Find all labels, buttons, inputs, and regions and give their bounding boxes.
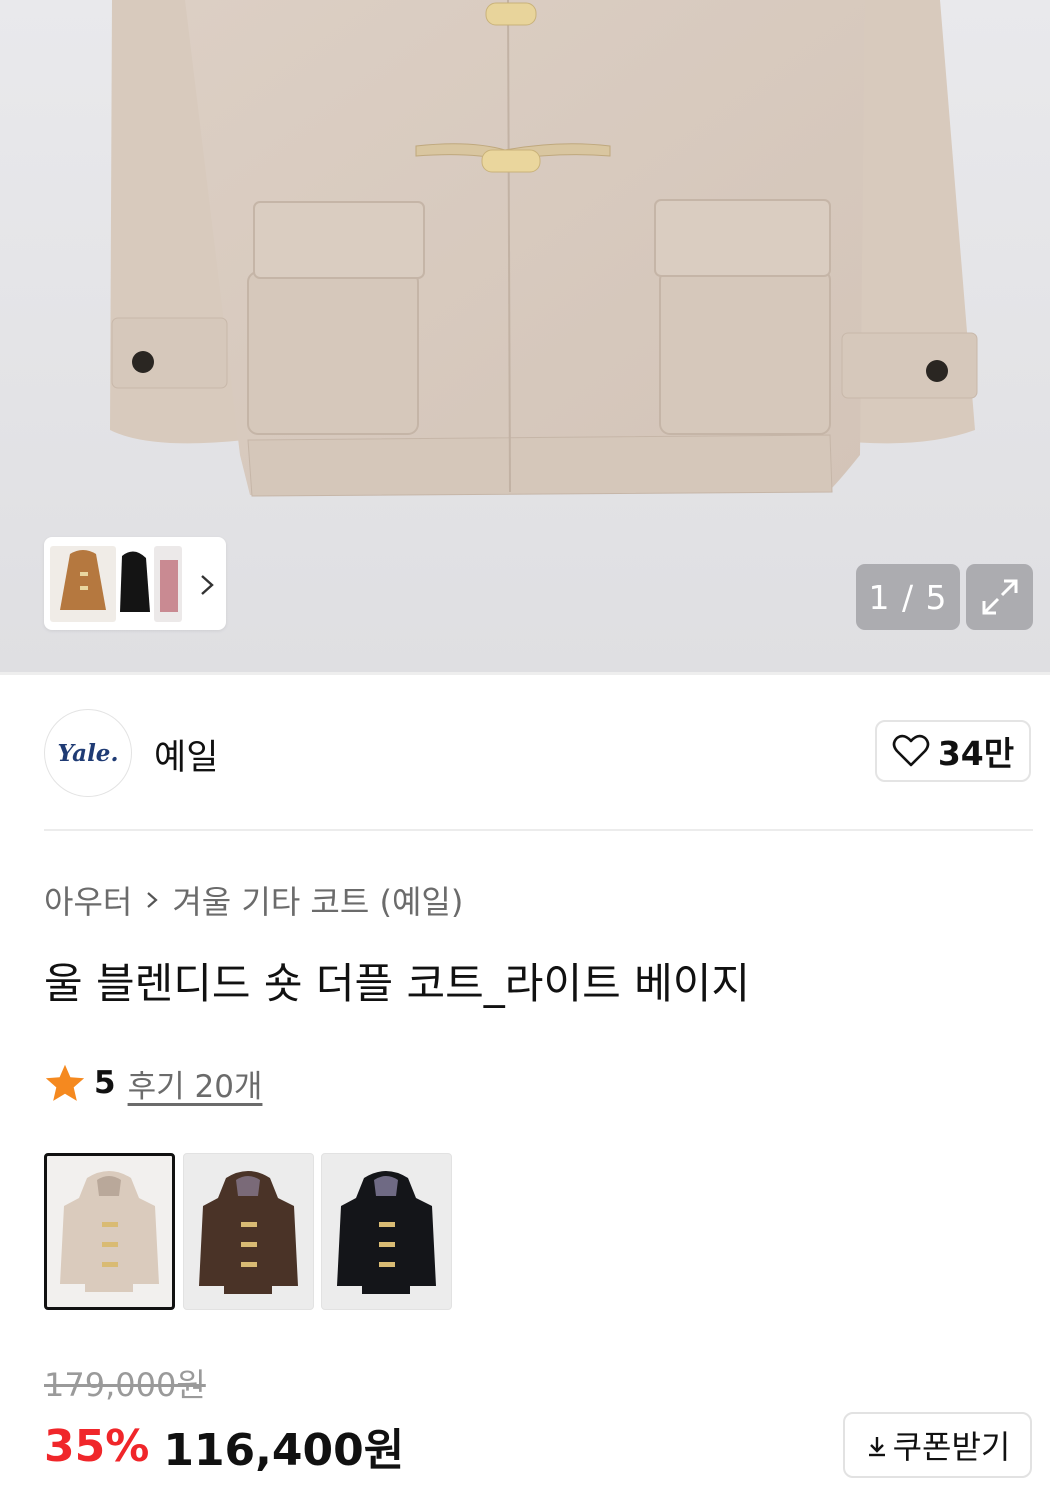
color-swatch-black[interactable] <box>321 1153 452 1310</box>
download-coupon-button[interactable]: 쿠폰받기 <box>843 1412 1032 1478</box>
expand-icon[interactable] <box>966 564 1033 630</box>
brand-name[interactable]: 예일 <box>154 729 218 780</box>
brand-logo[interactable]: Yale. <box>44 709 132 797</box>
thumbnail-black-coat[interactable] <box>116 546 152 622</box>
heart-icon <box>892 734 930 767</box>
hero-divider <box>0 672 1050 675</box>
rating-row: 5 후기 20개 <box>44 1060 262 1106</box>
brand-logo-text: Yale. <box>57 739 119 767</box>
review-count-link[interactable]: 후기 20개 <box>128 1061 263 1106</box>
price-row: 35% 116,400원 <box>44 1414 404 1478</box>
download-icon <box>868 1437 885 1457</box>
coupon-label: 쿠폰받기 <box>892 1428 1011 1466</box>
original-price: 179,000원 <box>44 1366 206 1404</box>
chevron-right-icon[interactable] <box>196 570 218 600</box>
like-count: 34만 <box>937 734 1015 773</box>
chevron-right-icon <box>147 892 158 908</box>
breadcrumb: 아우터 겨울 기타 코트 (예일) <box>44 877 463 923</box>
color-swatch-brown[interactable] <box>183 1153 314 1310</box>
section-divider <box>44 829 1033 831</box>
image-counter: 1 / 5 <box>856 564 960 630</box>
thumbnail-camel-coat[interactable] <box>50 546 116 622</box>
thumbnail-pink-coat[interactable] <box>154 546 182 622</box>
final-price: 116,400원 <box>163 1425 405 1476</box>
rating-score: 5 <box>94 1065 116 1101</box>
star-icon <box>45 1064 85 1101</box>
breadcrumb-subcategory[interactable]: 겨울 기타 코트 (예일) <box>172 877 463 923</box>
color-swatch-light-beige[interactable] <box>44 1153 175 1310</box>
like-button[interactable]: 34만 <box>875 720 1031 782</box>
product-title: 울 블렌디드 숏 더플 코트_라이트 베이지 <box>44 959 750 1008</box>
discount-rate: 35% <box>44 1420 150 1472</box>
breadcrumb-category[interactable]: 아우터 <box>44 877 132 923</box>
